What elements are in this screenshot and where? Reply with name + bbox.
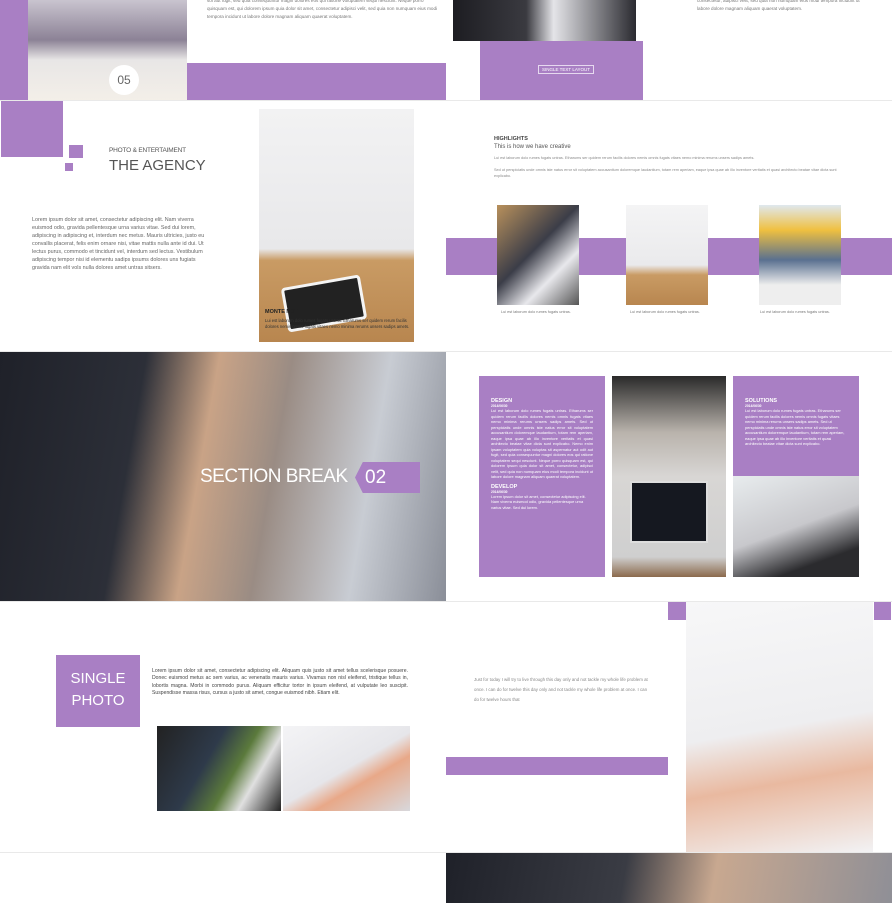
section-title: SECTION BREAK	[200, 466, 348, 487]
highlight-photo-3	[759, 205, 841, 305]
slide-number-badge: 05	[109, 65, 139, 95]
slide-text: sol aut fugit, sed quia consequuntur mag…	[207, 0, 438, 19]
slide-the-agency: PHOTO & ENTERTAIMENT THE AGENCY Lorem ip…	[0, 101, 446, 351]
accent-block: SINGLE TEXT LAYOUT	[480, 41, 643, 100]
meeting-photo	[453, 0, 636, 41]
single-heading-line1: SINGLE	[70, 670, 126, 687]
single-heading-line2: PHOTO	[71, 692, 125, 709]
deco-square	[65, 163, 73, 171]
highlights-subtitle: This is how we have creative	[494, 144, 571, 150]
caption: Lui est laborum dolo rumes fugats untras…	[501, 310, 571, 314]
solutions-text: Lui est laborum dolo rumes fugats untras…	[745, 408, 845, 446]
highlight-photo-1	[497, 205, 579, 305]
develop-text: Lorem ipsum dolor sit amet, consectetur …	[491, 493, 586, 510]
kicker: PHOTO & ENTERTAIMENT	[109, 147, 186, 154]
highlights-paragraph: Sed ut perspiciatis unde omnis iste natu…	[494, 168, 837, 178]
laptop-photo	[28, 0, 187, 100]
slide-single-text: SINGLE TEXT LAYOUT consectetur, adipisci…	[446, 0, 892, 100]
single-text-layout-button[interactable]: SINGLE TEXT LAYOUT	[538, 65, 595, 74]
accent-bar	[446, 757, 668, 775]
body-text: Lorem ipsum dolor sit amet, consectetur …	[152, 668, 408, 696]
keyboard-photo	[283, 726, 410, 811]
slide-05: 05 sol aut fugit, sed quia consequuntur …	[0, 0, 446, 100]
body-text: Lorem ipsum dolor sit amet, consectetur …	[32, 217, 205, 271]
caption: Lui est laborum dolo rumes fugats untras…	[630, 310, 700, 314]
solutions-card: SOLUTIONS 2014/06/30 Lui est laborum dol…	[733, 376, 859, 476]
deco-square	[668, 602, 686, 620]
tablet-desk-photo: MONTE NOTE Lui est laborum dolo rumes fu…	[259, 109, 414, 342]
slide-highlights: HIGHLIGHTS This is how we have creative …	[446, 101, 892, 351]
deco-square	[874, 602, 891, 620]
note-text: Lui est laborum dolo rumes fugats untras…	[265, 318, 410, 329]
highlights-title: HIGHLIGHTS	[494, 136, 528, 142]
note-title: MONTE NOTE	[265, 309, 302, 315]
single-photo-block: SINGLE PHOTO	[56, 655, 140, 727]
slide-partial	[0, 853, 446, 903]
chair-laptop-photo	[733, 476, 859, 577]
slide-text: consectetur, adipisci velit, sed quia no…	[697, 0, 860, 11]
meeting-photo	[157, 726, 281, 811]
highlights-paragraph: Lui est laborum dolo rumes fugats untras…	[494, 156, 755, 160]
slide-design-solutions: DESIGN 2014/06/30 Lui est laborum dolo r…	[446, 352, 892, 601]
design-card: DESIGN 2014/06/30 Lui est laborum dolo r…	[479, 376, 605, 577]
highlight-photo-2	[626, 205, 708, 305]
page-title: THE AGENCY	[109, 157, 206, 174]
caption: Lui est laborum dolo rumes fugats untras…	[760, 310, 830, 314]
partial-photo-slide	[446, 853, 892, 903]
section-number-tag: 02	[355, 462, 420, 493]
workspace-photo	[612, 376, 726, 577]
deco-square	[1, 101, 63, 157]
slide-quote: Just for today I will try to live throug…	[446, 602, 892, 852]
quote-text: Just for today I will try to live throug…	[474, 677, 648, 702]
design-text: Lui est laborum dolo rumes fugats untras…	[491, 408, 593, 479]
deco-square	[69, 145, 83, 158]
accent-bar	[187, 63, 446, 100]
accent-strip	[0, 0, 28, 100]
writing-hand-photo	[686, 602, 873, 852]
slide-single-photo: SINGLE PHOTO Lorem ipsum dolor sit amet,…	[0, 602, 446, 852]
slide-section-break: SECTION BREAK 02	[0, 352, 446, 601]
monitor-image	[630, 481, 708, 543]
